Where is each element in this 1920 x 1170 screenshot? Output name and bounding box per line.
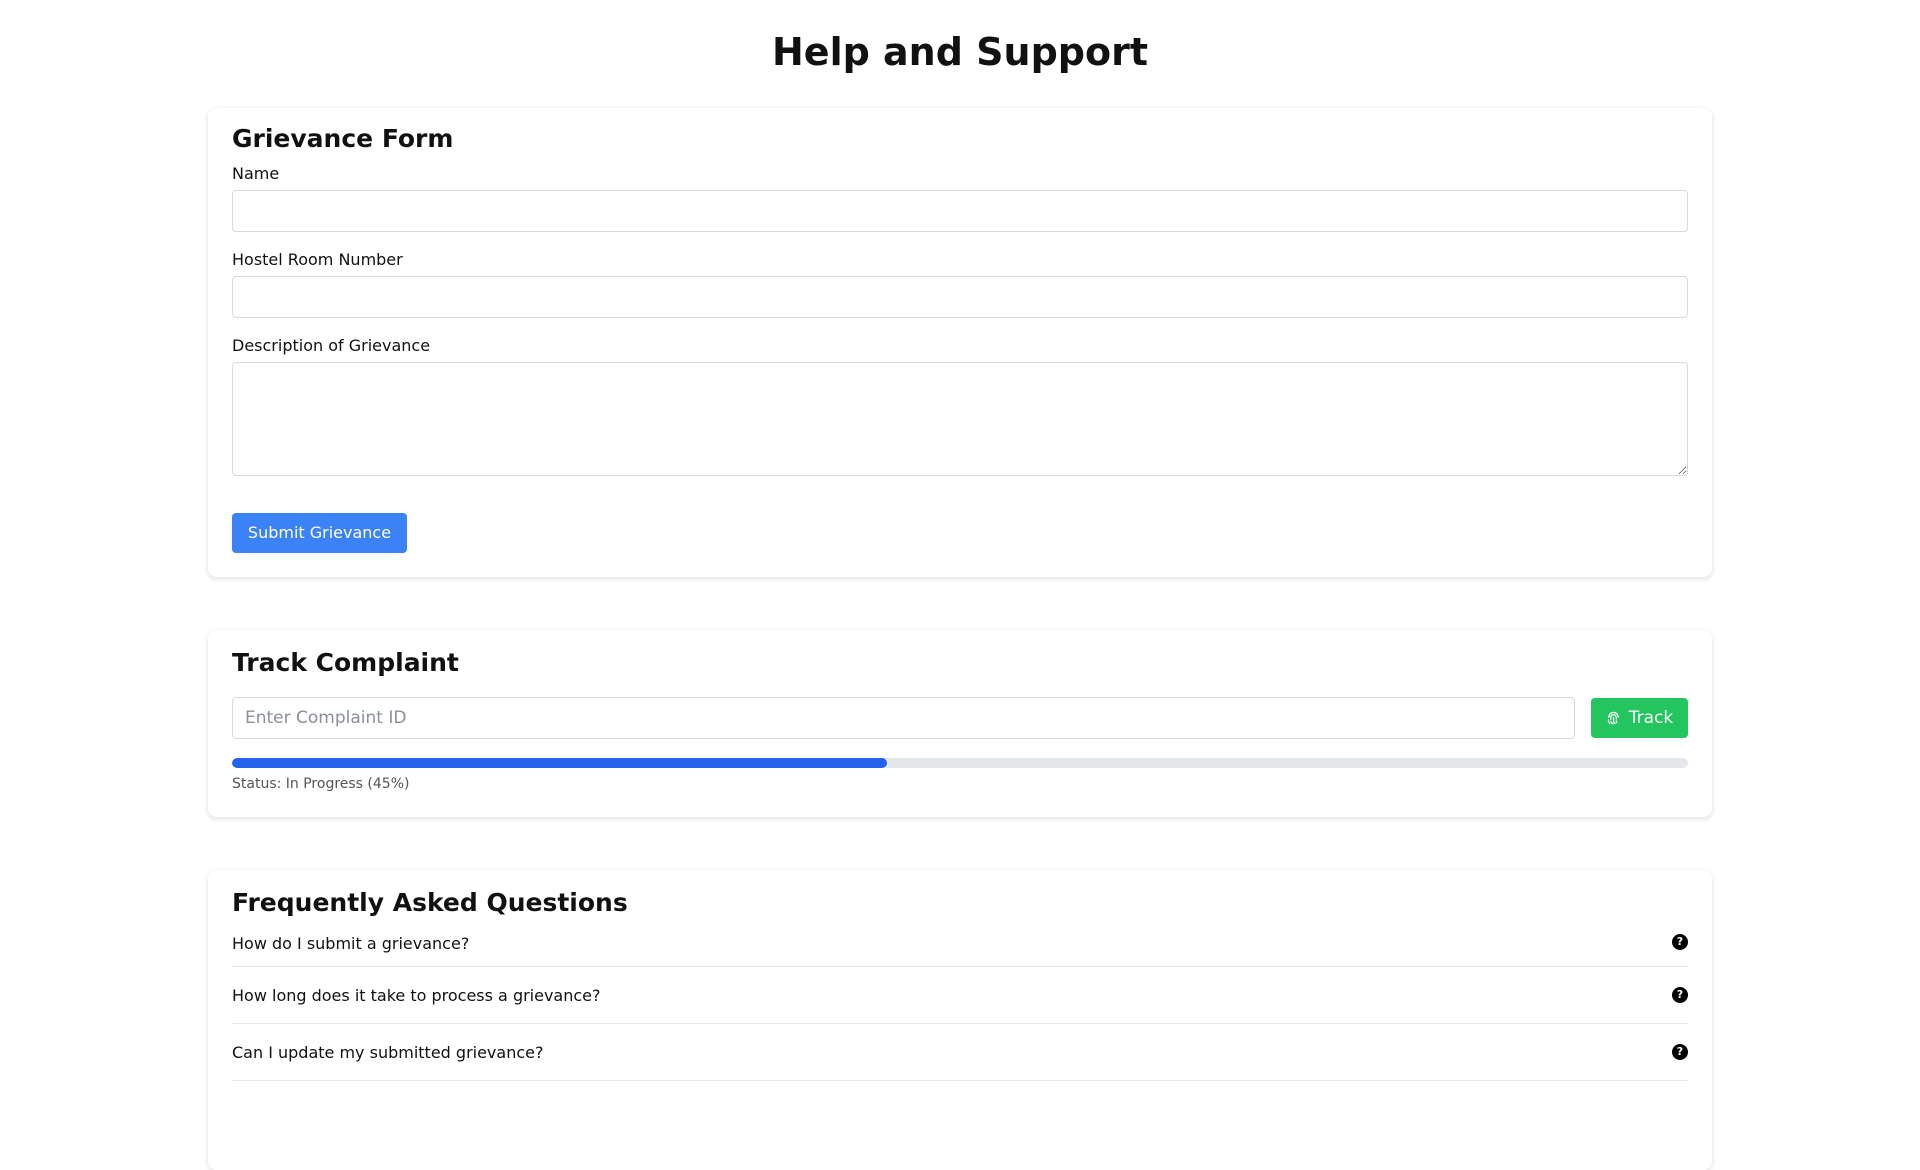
room-number-label: Hostel Room Number [232, 250, 403, 269]
faq-list: How do I submit a grievance?? How long do… [232, 926, 1688, 1081]
page-title: Help and Support [772, 30, 1148, 74]
submit-grievance-button[interactable]: Submit Grievance [232, 513, 407, 553]
faq-card: Frequently Asked Questions How do I subm… [208, 870, 1712, 1170]
track-complaint-title: Track Complaint [232, 648, 459, 677]
faq-question: Can I update my submitted grievance? [232, 1042, 544, 1062]
faq-question: How do I submit a grievance? [232, 934, 470, 953]
track-button-label: Track [1628, 708, 1674, 728]
room-number-input[interactable] [232, 276, 1688, 318]
status-text: Status: In Progress (45%) [232, 776, 410, 792]
complaint-id-input[interactable] [232, 697, 1575, 739]
description-label: Description of Grievance [232, 336, 431, 355]
question-circle-icon[interactable]: ? [1672, 987, 1688, 1003]
faq-question: How long does it take to process a griev… [232, 985, 601, 1005]
fingerprint-icon [1607, 711, 1619, 725]
question-circle-icon[interactable]: ? [1672, 934, 1688, 950]
grievance-form-card: Grievance Form Name Hostel Room Number D… [208, 108, 1712, 577]
track-button[interactable]: Track [1591, 698, 1688, 738]
question-circle-icon[interactable]: ? [1672, 1044, 1688, 1060]
faq-title: Frequently Asked Questions [232, 888, 628, 917]
track-complaint-card: Track Complaint Track Status: In Progres… [208, 630, 1712, 817]
grievance-form-title: Grievance Form [232, 124, 454, 153]
description-textarea[interactable] [232, 362, 1688, 476]
name-label: Name [232, 164, 280, 183]
name-input[interactable] [232, 190, 1688, 232]
faq-item[interactable]: How do I submit a grievance?? [232, 926, 1688, 967]
progress-bar-fill [232, 758, 888, 768]
faq-item[interactable]: How long does it take to process a griev… [232, 967, 1688, 1024]
faq-item[interactable]: Can I update my submitted grievance?? [232, 1024, 1688, 1081]
progress-bar [232, 758, 1688, 768]
